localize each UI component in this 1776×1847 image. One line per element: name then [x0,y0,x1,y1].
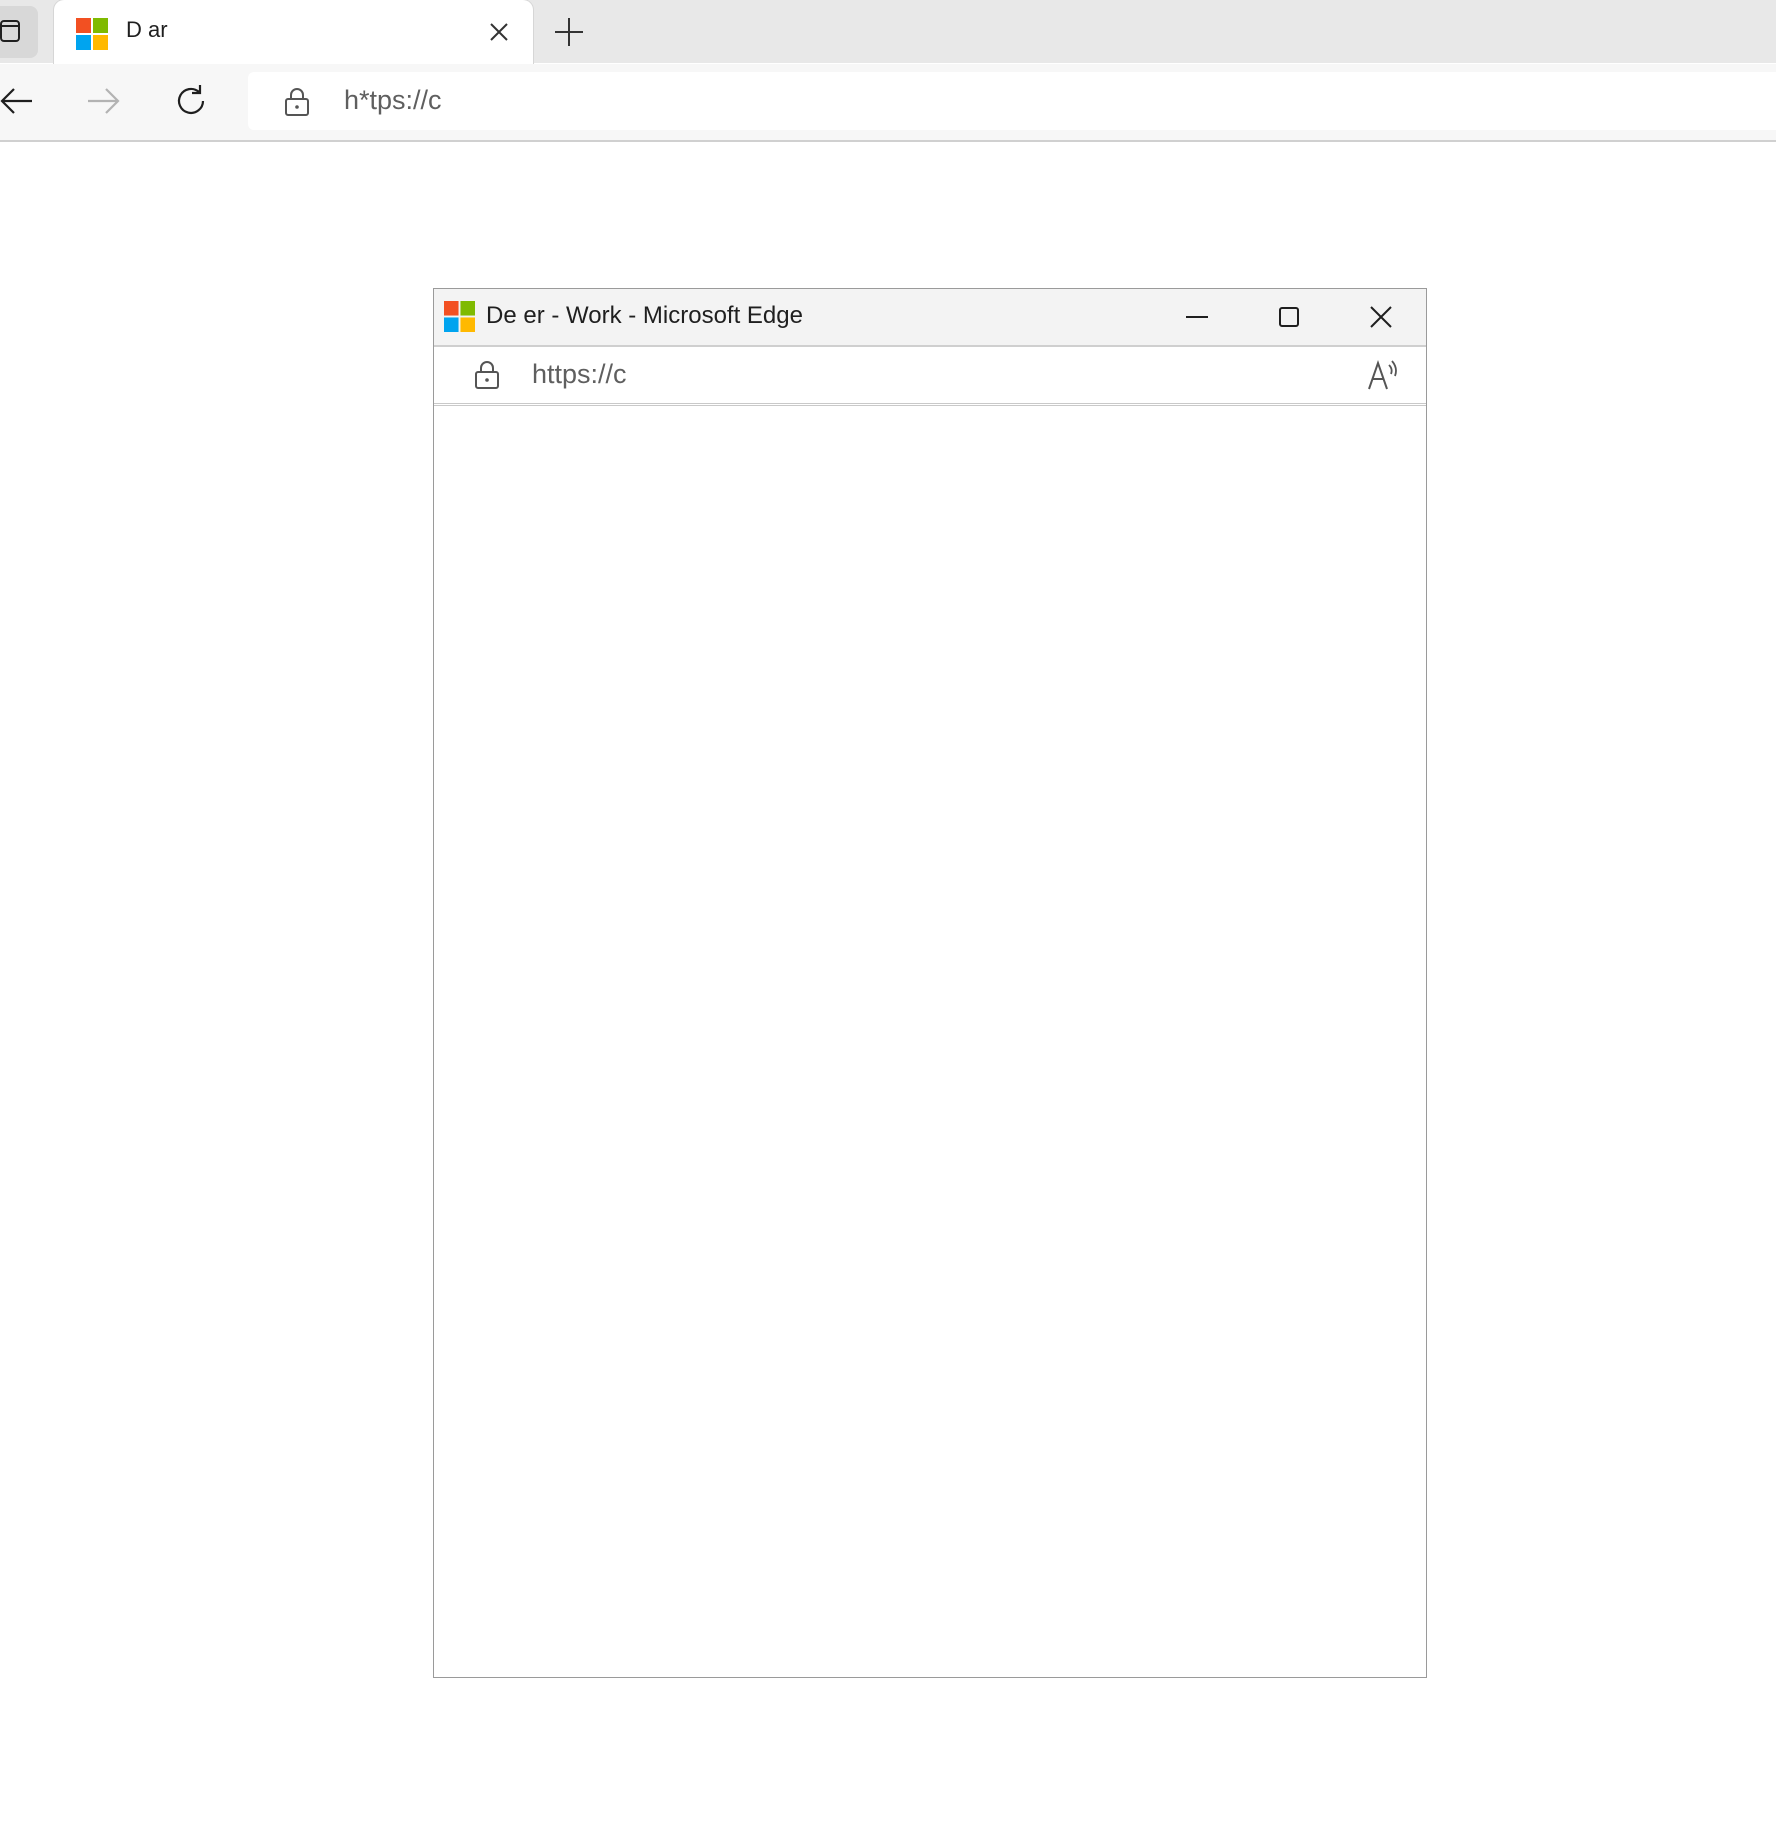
maximize-button[interactable] [1266,297,1312,337]
maximize-icon [1279,307,1299,327]
back-button[interactable] [0,78,40,124]
microsoft-logo-icon [76,18,108,50]
lock-icon[interactable] [284,87,310,117]
popup-address-bar[interactable]: https://c [434,347,1426,406]
address-bar[interactable]: h*tps://c [248,72,1776,130]
tab-title: D ar [126,17,168,42]
arrow-right-icon [88,88,120,114]
tab-actions-icon [0,20,20,42]
address-text[interactable]: h*tps://c [344,85,1244,119]
popup-titlebar[interactable]: De er - Work - Microsoft Edge [434,289,1426,347]
refresh-icon [177,85,205,114]
minimize-icon [1186,316,1208,318]
new-tab-button[interactable] [550,13,588,51]
tab-active[interactable]: D ar [54,0,533,64]
tab-close-button[interactable] [484,17,514,47]
read-aloud-icon [1368,359,1397,390]
microsoft-logo-icon [444,301,475,332]
browser-toolbar: h*tps://c [0,64,1776,142]
close-icon [1370,306,1392,328]
close-icon [490,23,508,41]
popup-title: De er - Work - Microsoft Edge [486,302,803,329]
read-aloud-button[interactable] [1364,357,1404,393]
tab-actions-button[interactable] [0,6,38,58]
tab-strip: D ar [0,0,1776,64]
lock-icon[interactable] [474,360,500,390]
popup-address-text[interactable]: https://c [532,359,1232,391]
arrow-left-icon [0,88,32,114]
screen: D ar h*tps://c De er - Work - Microsoft … [0,0,1776,1847]
close-button[interactable] [1358,297,1404,337]
plus-icon [555,18,583,46]
forward-button[interactable] [80,78,126,124]
popup-window: De er - Work - Microsoft Edge https://c [433,288,1427,1678]
popup-content-area [434,406,1426,1677]
minimize-button[interactable] [1174,297,1220,337]
refresh-button[interactable] [168,78,214,124]
